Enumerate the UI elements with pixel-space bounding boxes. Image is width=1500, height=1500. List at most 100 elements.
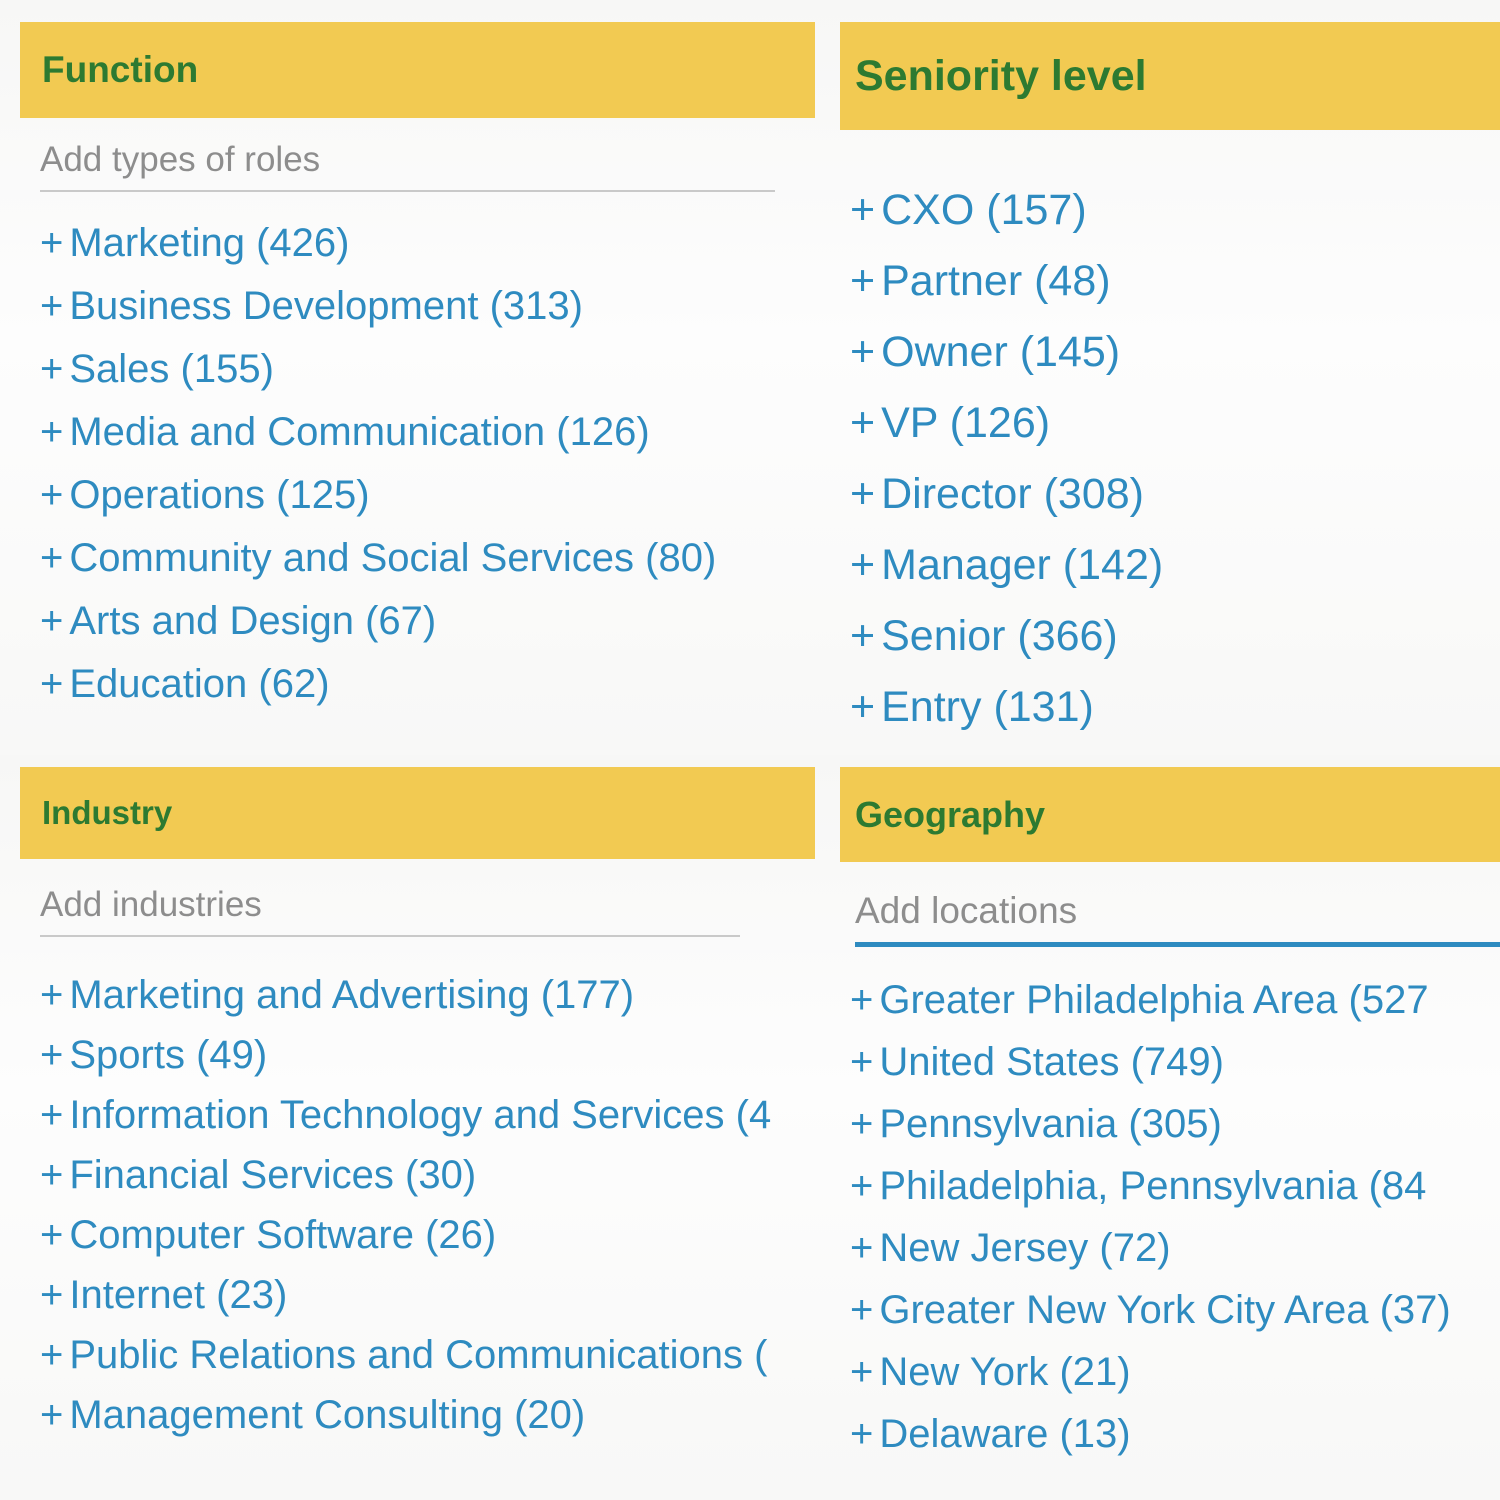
facet-option-label: Information Technology and Services [69, 1093, 725, 1137]
facet-option[interactable]: + Pennsylvania (305) [850, 1093, 1500, 1155]
facet-option-count: (62) [247, 662, 330, 706]
facet-option-count: (48) [1022, 257, 1111, 305]
plus-icon: + [850, 1350, 874, 1394]
facet-option[interactable]: + Greater New York City Area (37) [850, 1279, 1500, 1341]
plus-icon: + [40, 410, 64, 454]
facet-option[interactable]: + Business Development (313) [40, 275, 835, 338]
facet-option[interactable]: + Marketing (426) [40, 212, 835, 275]
facet-option[interactable]: + Sports (49) [40, 1025, 835, 1085]
function-option-list: + Marketing (426) + Business Development (3… [0, 212, 835, 716]
facet-option[interactable]: + Director (308) [850, 459, 1500, 530]
facet-option-count: (67) [353, 599, 437, 643]
seniority-option-list: + CXO (157) + Partner (48) + Owner (145) + VP (… [835, 175, 1500, 743]
facet-option-count: (145) [1007, 328, 1121, 376]
facet-option[interactable]: + VP (126) [850, 388, 1500, 459]
facet-option[interactable]: + Information Technology and Services (4 [40, 1085, 835, 1145]
function-input-wrap[interactable]: Add types of roles [20, 118, 815, 192]
facet-option[interactable]: + Media and Communication (126) [40, 401, 835, 464]
facet-header-industry: Industry [20, 767, 815, 859]
geography-option-list: + Greater Philadelphia Area (527 + United S… [835, 969, 1500, 1465]
plus-icon: + [40, 973, 64, 1017]
facet-option-count: (4 [724, 1093, 772, 1137]
facet-option[interactable]: + New Jersey (72) [850, 1217, 1500, 1279]
facet-option[interactable]: + United States (749) [850, 1031, 1500, 1093]
facet-option[interactable]: + Operations (125) [40, 464, 835, 527]
industry-input-underline [40, 935, 740, 937]
facet-option-label: Internet [69, 1273, 206, 1317]
facet-option-label: Entry [881, 683, 982, 731]
industry-input-wrap[interactable]: Add industries [20, 859, 815, 937]
facet-option-label: Sports [69, 1033, 185, 1077]
facet-option[interactable]: + Entry (131) [850, 672, 1500, 743]
facet-option-label: Senior [881, 612, 1006, 660]
facet-option-count: ( [743, 1333, 768, 1377]
plus-icon: + [40, 347, 64, 391]
plus-icon: + [40, 662, 64, 706]
facet-panel-geography: Geography Add locations + Greater Philade… [835, 755, 1500, 1500]
plus-icon: + [850, 186, 876, 234]
facet-option[interactable]: + New York (21) [850, 1341, 1500, 1403]
facet-option-label: New York [879, 1350, 1049, 1394]
facet-option-label: Computer Software [69, 1213, 414, 1257]
facet-option-label: Business Development [69, 284, 479, 328]
geography-search-input[interactable]: Add locations [855, 862, 1500, 942]
facet-option-count: (23) [205, 1273, 288, 1317]
facet-option[interactable]: + Senior (366) [850, 601, 1500, 672]
plus-icon: + [40, 221, 64, 265]
facet-option-count: (30) [393, 1153, 477, 1197]
facet-option[interactable]: + Delaware (13) [850, 1403, 1500, 1465]
facet-option[interactable]: + Partner (48) [850, 246, 1500, 317]
facet-panel-seniority: Seniority level + CXO (157) + Partner (48) +… [835, 0, 1500, 755]
facet-option-count: (157) [974, 186, 1087, 234]
facet-option-count: (142) [1050, 541, 1164, 589]
facet-option-label: VP [881, 399, 938, 447]
facet-option[interactable]: + CXO (157) [850, 175, 1500, 246]
facet-title-industry: Industry [42, 794, 173, 831]
facet-option-label: Community and Social Services [69, 536, 635, 580]
plus-icon: + [40, 599, 64, 643]
industry-search-input[interactable]: Add industries [40, 859, 815, 935]
plus-icon: + [40, 1093, 64, 1137]
function-search-input[interactable]: Add types of roles [40, 118, 815, 190]
facet-panel-function: Function Add types of roles + Marketing (… [0, 0, 835, 755]
plus-icon: + [850, 399, 876, 447]
facet-option[interactable]: + Computer Software (26) [40, 1205, 835, 1265]
facet-option-label: United States [879, 1040, 1120, 1084]
facet-option[interactable]: + Greater Philadelphia Area (527 [850, 969, 1500, 1031]
function-input-underline [40, 190, 775, 192]
facet-panel-industry: Industry Add industries + Marketing and A… [0, 755, 835, 1500]
plus-icon: + [850, 1412, 874, 1456]
facet-option[interactable]: + Education (62) [40, 653, 835, 716]
facet-option[interactable]: + Public Relations and Communications ( [40, 1325, 835, 1385]
plus-icon: + [850, 1040, 874, 1084]
facet-option[interactable]: + Financial Services (30) [40, 1145, 835, 1205]
facet-option-count: (527 [1337, 978, 1429, 1022]
facet-option[interactable]: + Owner (145) [850, 317, 1500, 388]
plus-icon: + [40, 1393, 64, 1437]
facet-option-label: Financial Services [69, 1153, 394, 1197]
facet-option-label: Operations [69, 473, 266, 517]
facet-option-label: Media and Communication [69, 410, 546, 454]
facet-option-label: Management Consulting [69, 1393, 503, 1437]
facet-option[interactable]: + Philadelphia, Pennsylvania (84 [850, 1155, 1500, 1217]
plus-icon: + [850, 1102, 874, 1146]
geography-input-wrap[interactable]: Add locations [840, 862, 1500, 947]
facet-option[interactable]: + Manager (142) [850, 530, 1500, 601]
facet-option-label: Pennsylvania [879, 1102, 1118, 1146]
facet-option-label: Marketing and Advertising [69, 973, 530, 1017]
facet-header-seniority: Seniority level [840, 22, 1500, 130]
geography-input-underline [855, 942, 1500, 947]
facet-option-count: (131) [981, 683, 1094, 731]
facet-option[interactable]: + Internet (23) [40, 1265, 835, 1325]
facet-option[interactable]: + Marketing and Advertising (177) [40, 965, 835, 1025]
industry-option-list: + Marketing and Advertising (177) + Sports … [0, 965, 835, 1445]
facet-option[interactable]: + Arts and Design (67) [40, 590, 835, 653]
plus-icon: + [40, 536, 64, 580]
plus-icon: + [40, 1033, 64, 1077]
facet-option[interactable]: + Management Consulting (20) [40, 1385, 835, 1445]
plus-icon: + [850, 541, 876, 589]
facet-option[interactable]: + Sales (155) [40, 338, 835, 401]
facet-option[interactable]: + Community and Social Services (80) [40, 527, 835, 590]
facet-option-count: (72) [1088, 1226, 1171, 1270]
facet-option-count: (84 [1357, 1164, 1427, 1208]
